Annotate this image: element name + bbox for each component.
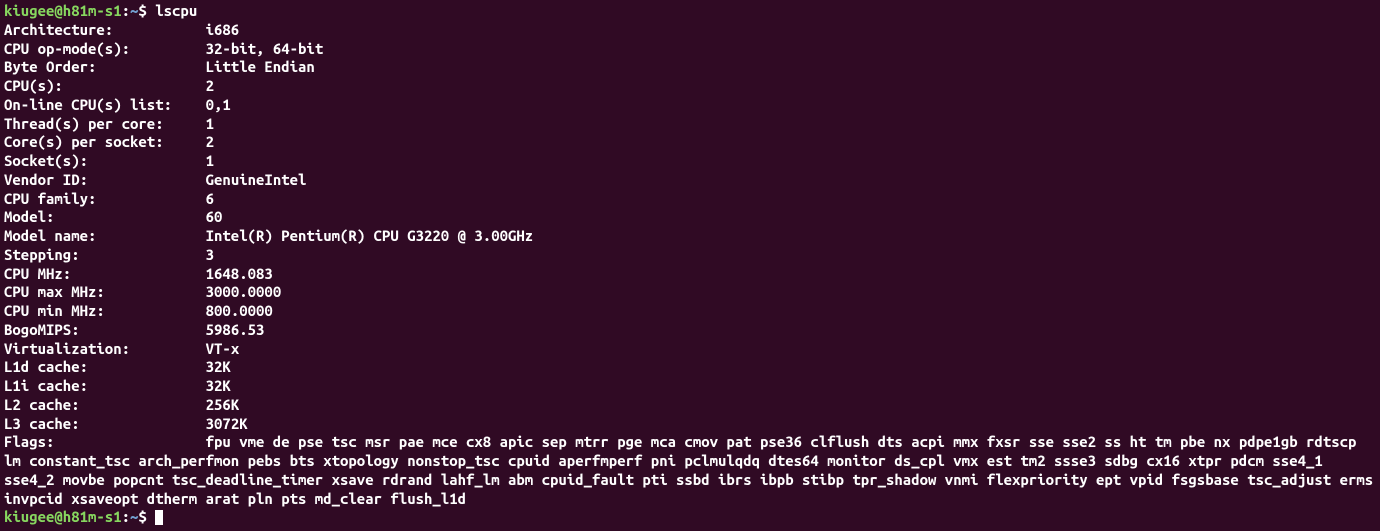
output-row: L3 cache: 3072K xyxy=(4,415,1376,434)
flags-line: Flags: fpu vme de pse tsc msr pae mce cx… xyxy=(4,433,1376,508)
field-label: Model: xyxy=(4,208,54,225)
field-label: Virtualization: xyxy=(4,340,130,357)
field-label: Vendor ID: xyxy=(4,171,88,188)
entered-command: lscpu xyxy=(147,2,197,19)
field-label: L2 cache: xyxy=(4,396,80,413)
output-row: Socket(s): 1 xyxy=(4,152,1376,171)
field-label: L1i cache: xyxy=(4,377,88,394)
field-label: CPU MHz: xyxy=(4,265,71,282)
prompt-symbol: $ xyxy=(138,2,146,19)
lscpu-output: Architecture: i686CPU op-mode(s): 32-bit… xyxy=(4,21,1376,434)
field-value: GenuineIntel xyxy=(206,171,307,188)
field-label: CPU min MHz: xyxy=(4,302,105,319)
output-row: Vendor ID: GenuineIntel xyxy=(4,171,1376,190)
field-value: 0,1 xyxy=(206,96,231,113)
output-row: Core(s) per socket: 2 xyxy=(4,133,1376,152)
output-row: CPU max MHz: 3000.0000 xyxy=(4,283,1376,302)
field-label: CPU(s): xyxy=(4,77,63,94)
prompt-user-host: kiugee@h81m-s1 xyxy=(4,2,122,19)
output-row: Architecture: i686 xyxy=(4,21,1376,40)
field-value: VT-x xyxy=(206,340,240,357)
field-value: 3000.0000 xyxy=(206,283,282,300)
field-label: BogoMIPS: xyxy=(4,321,80,338)
field-value: 800.0000 xyxy=(206,302,273,319)
output-row: L1d cache: 32K xyxy=(4,358,1376,377)
field-label: Stepping: xyxy=(4,246,80,263)
field-label: On-line CPU(s) list: xyxy=(4,96,172,113)
output-row: CPU MHz: 1648.083 xyxy=(4,265,1376,284)
field-value: 32K xyxy=(206,358,231,375)
command-line: kiugee@h81m-s1:~$ lscpu xyxy=(4,2,1376,21)
flags-value: fpu vme de pse tsc msr pae mce cx8 apic … xyxy=(4,433,1380,506)
field-value: 2 xyxy=(206,133,214,150)
field-value: Intel(R) Pentium(R) CPU G3220 @ 3.00GHz xyxy=(206,227,534,244)
field-value: Little Endian xyxy=(206,58,315,75)
field-value: 1648.083 xyxy=(206,265,273,282)
field-label: Core(s) per socket: xyxy=(4,133,164,150)
field-value: 32-bit, 64-bit xyxy=(206,40,324,57)
field-value: i686 xyxy=(206,21,240,38)
field-label: CPU max MHz: xyxy=(4,283,105,300)
output-row: BogoMIPS: 5986.53 xyxy=(4,321,1376,340)
prompt-user-host: kiugee@h81m-s1 xyxy=(4,508,122,525)
field-value: 32K xyxy=(206,377,231,394)
output-row: L1i cache: 32K xyxy=(4,377,1376,396)
field-label: CPU family: xyxy=(4,190,96,207)
terminal-output[interactable]: kiugee@h81m-s1:~$ lscpu Architecture: i6… xyxy=(4,2,1376,527)
output-row: CPU(s): 2 xyxy=(4,77,1376,96)
output-row: On-line CPU(s) list: 0,1 xyxy=(4,96,1376,115)
next-prompt-line: kiugee@h81m-s1:~$ xyxy=(4,508,1376,527)
prompt-separator: : xyxy=(122,508,130,525)
field-value: 60 xyxy=(206,208,223,225)
field-value: 5986.53 xyxy=(206,321,265,338)
output-row: Model: 60 xyxy=(4,208,1376,227)
prompt-separator: : xyxy=(122,2,130,19)
output-row: Stepping: 3 xyxy=(4,246,1376,265)
field-label: CPU op-mode(s): xyxy=(4,40,130,57)
output-row: Thread(s) per core: 1 xyxy=(4,115,1376,134)
field-label: L3 cache: xyxy=(4,415,80,432)
field-value: 3072K xyxy=(206,415,248,432)
output-row: CPU family: 6 xyxy=(4,190,1376,209)
field-label: L1d cache: xyxy=(4,358,88,375)
field-label: Model name: xyxy=(4,227,96,244)
output-row: L2 cache: 256K xyxy=(4,396,1376,415)
output-row: CPU op-mode(s): 32-bit, 64-bit xyxy=(4,40,1376,59)
output-row: Virtualization: VT-x xyxy=(4,340,1376,359)
flags-label: Flags: xyxy=(4,433,54,450)
field-label: Thread(s) per core: xyxy=(4,115,164,132)
field-value: 1 xyxy=(206,115,214,132)
field-value: 3 xyxy=(206,246,214,263)
output-row: Model name: Intel(R) Pentium(R) CPU G322… xyxy=(4,227,1376,246)
cursor xyxy=(155,510,163,525)
field-label: Byte Order: xyxy=(4,58,96,75)
output-row: Byte Order: Little Endian xyxy=(4,58,1376,77)
field-value: 6 xyxy=(206,190,214,207)
field-value: 1 xyxy=(206,152,214,169)
prompt-symbol: $ xyxy=(138,508,146,525)
output-row: CPU min MHz: 800.0000 xyxy=(4,302,1376,321)
field-label: Socket(s): xyxy=(4,152,88,169)
field-label: Architecture: xyxy=(4,21,113,38)
field-value: 2 xyxy=(206,77,214,94)
field-value: 256K xyxy=(206,396,240,413)
